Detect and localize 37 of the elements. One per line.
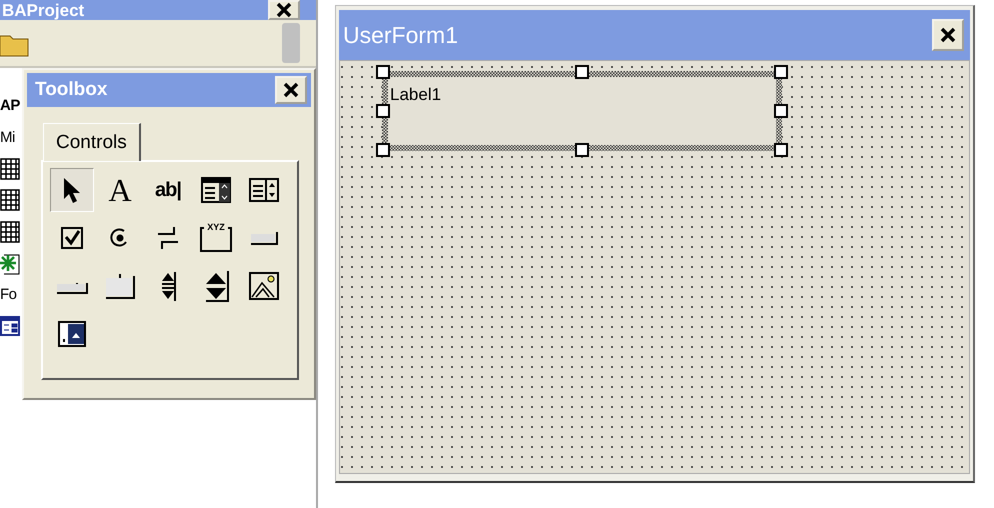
scroll-bar-icon — [159, 270, 177, 302]
close-button[interactable] — [932, 19, 964, 51]
pointer-tool[interactable] — [50, 168, 94, 212]
scrollbar[interactable] — [282, 23, 300, 63]
image-icon — [249, 272, 279, 300]
window-title: UserForm1 — [343, 22, 458, 48]
tree-item[interactable]: Fo — [0, 286, 17, 304]
window-title: Toolbox — [35, 79, 108, 101]
resize-handle[interactable] — [774, 143, 788, 157]
tree-item[interactable]: AP — [0, 97, 20, 114]
tab[interactable]: Controls — [43, 123, 141, 161]
frame-icon — [199, 224, 233, 252]
close-icon — [283, 82, 299, 98]
textbox-tool[interactable]: ab| — [146, 168, 190, 212]
label-tool[interactable]: A — [98, 168, 142, 212]
resize-handle[interactable] — [774, 104, 788, 118]
combo-box-icon — [201, 177, 231, 203]
list-box-icon — [249, 178, 279, 202]
resize-handle[interactable] — [376, 104, 390, 118]
close-icon — [276, 2, 292, 18]
close-button[interactable] — [268, 0, 300, 20]
multi-page-icon — [104, 272, 136, 300]
window-title: BAProject — [2, 2, 84, 20]
resize-handle[interactable] — [376, 65, 390, 79]
resize-handle[interactable] — [575, 143, 589, 157]
label-text: Label1 — [390, 85, 442, 104]
toggle-button-icon — [156, 225, 180, 251]
close-icon — [940, 27, 956, 43]
checkbox-icon — [60, 226, 84, 250]
close-button[interactable] — [275, 76, 307, 104]
resize-handle[interactable] — [774, 65, 788, 79]
command-button-icon — [249, 230, 279, 246]
tree-item[interactable]: Mi — [0, 128, 15, 146]
resize-handle[interactable] — [575, 65, 589, 79]
ref-edit-icon — [58, 321, 86, 347]
resize-handle[interactable] — [376, 143, 390, 157]
frame-tool[interactable]: XYZ — [194, 216, 238, 260]
